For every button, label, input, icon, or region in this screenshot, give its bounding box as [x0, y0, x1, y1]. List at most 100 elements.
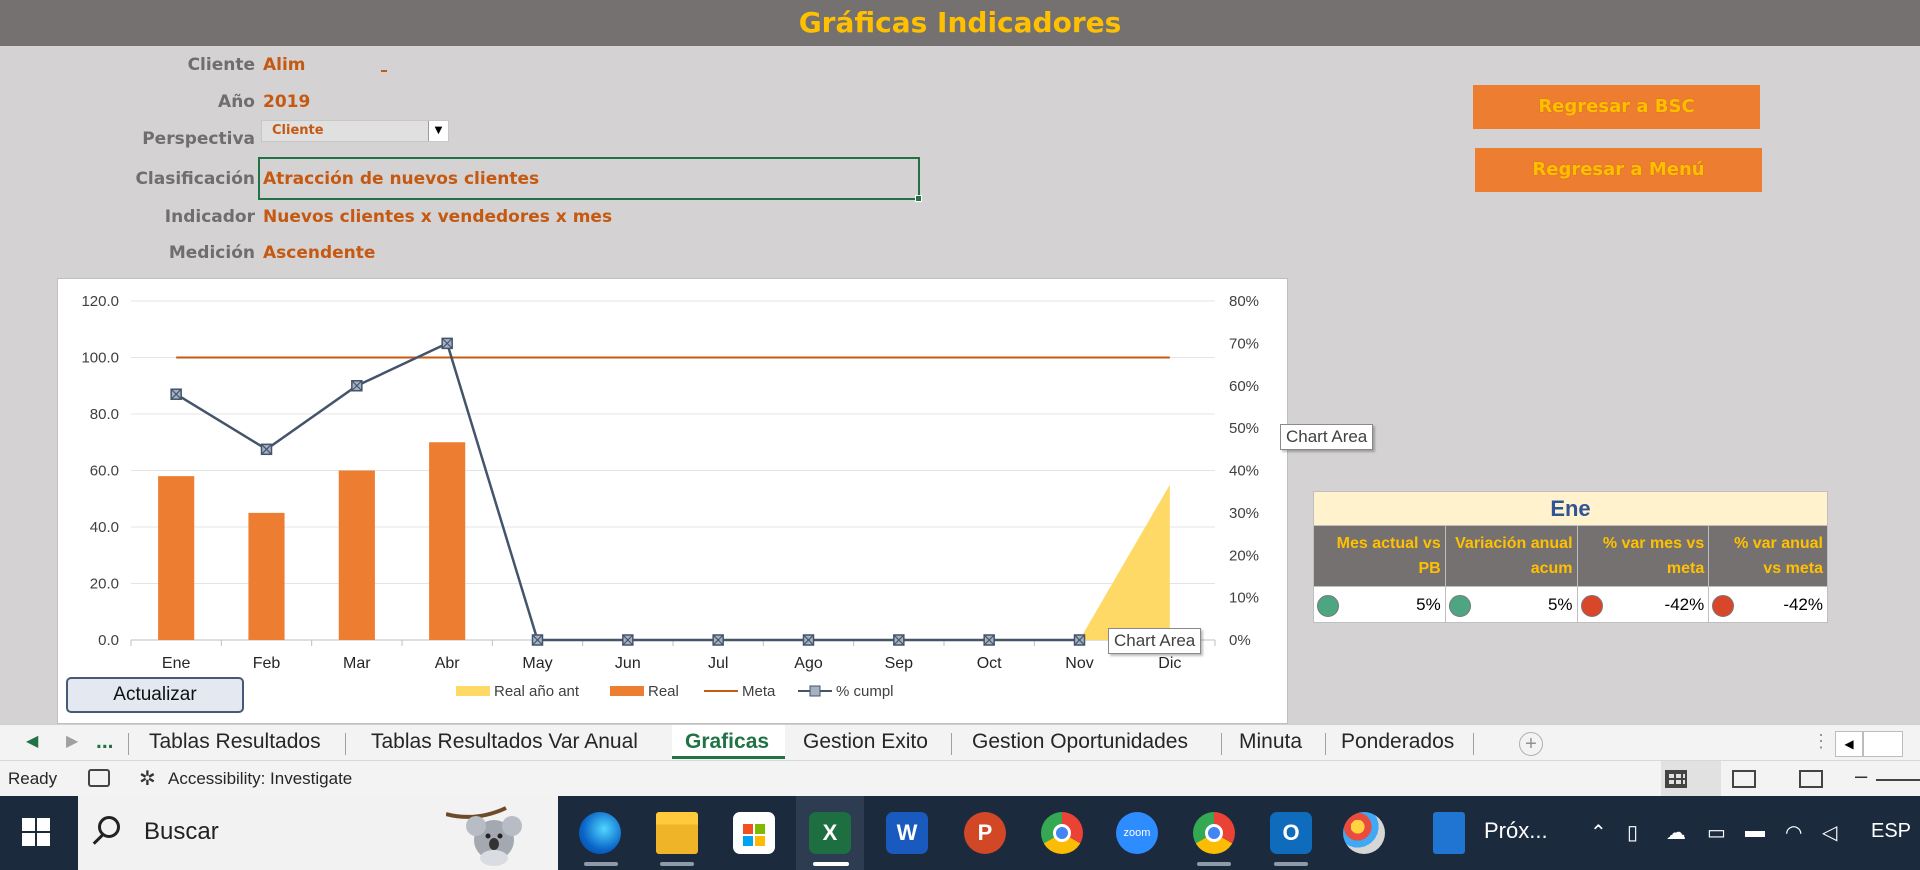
page-layout-icon[interactable] — [1732, 770, 1756, 788]
dropdown-arrow-icon[interactable]: ▼ — [428, 121, 448, 141]
cliente-value[interactable]: Alim — [263, 55, 306, 75]
marker-pct-cumpl — [531, 634, 544, 646]
powerpoint-icon[interactable]: P — [964, 812, 1006, 854]
anio-value[interactable]: 2019 — [263, 92, 310, 112]
add-sheet-icon[interactable]: + — [1519, 732, 1543, 756]
kpi-cell: -42% — [1708, 586, 1828, 623]
calendar-next-text[interactable]: Próx... — [1484, 818, 1548, 844]
x-tick-label: Jul — [708, 655, 728, 672]
chrome-icon[interactable] — [1041, 812, 1083, 854]
windows-taskbar: Buscar X W P zoom O Próx... ⌃ ▯ ☁ ▭ ▬ ◠ … — [0, 796, 1920, 870]
x-tick-label: Abr — [435, 655, 461, 672]
x-tick-label: Jun — [615, 655, 641, 672]
zoom-out-icon[interactable]: – — [1855, 763, 1867, 789]
zoom-slider[interactable] — [1876, 779, 1920, 781]
language-indicator[interactable]: ESP — [1871, 820, 1911, 843]
app-running-indicator — [584, 862, 618, 866]
medicion-value[interactable]: Ascendente — [263, 243, 375, 263]
tab-gestion-exito[interactable]: Gestion Exito — [803, 730, 928, 754]
indicador-value[interactable]: Nuevos clientes x vendedores x mes — [263, 207, 612, 227]
macro-recorder-icon[interactable] — [88, 769, 110, 787]
fill-handle[interactable] — [915, 195, 922, 202]
volume-icon[interactable]: ◁ — [1822, 820, 1837, 845]
hscroll-left-icon[interactable]: ◀ — [1835, 731, 1863, 757]
cell-marker — [381, 58, 387, 72]
status-bar: Ready ✲ Accessibility: Investigate – — [0, 760, 1920, 797]
chart-area[interactable]: 0.0 20.0 40.0 60.0 80.0 100.0 120.0 0% 10% 20% 30%… — [57, 278, 1288, 724]
accessibility-icon[interactable]: ✲ — [139, 766, 156, 791]
line-pct-cumpl — [175, 341, 1080, 642]
chrome-center-icon — [1053, 824, 1071, 842]
x-tick-label: Dic — [1158, 655, 1181, 672]
y-right-tick-label: 10% — [1229, 590, 1259, 607]
bar-real — [248, 512, 285, 640]
kpi-month: Ene — [1313, 491, 1828, 526]
edge-icon[interactable] — [579, 812, 621, 854]
tab-tablas-resultados[interactable]: Tablas Resultados — [149, 730, 321, 754]
normal-view-grid-icon[interactable] — [1665, 770, 1687, 788]
chrome-profile-center-icon — [1205, 824, 1223, 842]
legend-label: Real año ant — [494, 683, 580, 700]
windows-start-icon[interactable] — [22, 818, 50, 846]
outlook-icon[interactable]: O — [1270, 812, 1312, 854]
search-text: Buscar — [144, 818, 219, 845]
regresar-menu-button[interactable]: Regresar a Menú — [1475, 148, 1762, 192]
battery-icon[interactable]: ▬ — [1745, 820, 1765, 843]
status-accessibility[interactable]: Accessibility: Investigate — [168, 769, 352, 789]
clasificacion-label: Clasificación — [135, 169, 255, 189]
tab-more-sheets[interactable]: ... — [96, 730, 114, 754]
horizontal-scrollbar[interactable] — [1863, 731, 1903, 757]
tab-minuta[interactable]: Minuta — [1239, 730, 1302, 754]
combo-chart[interactable]: 0.0 20.0 40.0 60.0 80.0 100.0 120.0 0% 10% 20% 30%… — [58, 279, 1289, 725]
word-icon[interactable]: W — [886, 812, 928, 854]
tab-scroll-left-icon[interactable]: ◀ — [26, 731, 38, 751]
show-hidden-icons-icon[interactable]: ⌃ — [1590, 820, 1607, 845]
clasificacion-value[interactable]: Atracción de nuevos clientes — [263, 169, 539, 189]
x-tick-label: Mar — [343, 655, 371, 672]
perspectiva-label: Perspectiva — [142, 129, 255, 149]
taskbar-search[interactable]: Buscar — [78, 796, 558, 870]
zoom-icon[interactable]: zoom — [1116, 812, 1158, 854]
regresar-bsc-button[interactable]: Regresar a BSC — [1473, 85, 1760, 129]
marker-pct-cumpl — [983, 634, 995, 646]
legend-swatch — [456, 686, 490, 696]
y-left-tick-label: 80.0 — [90, 406, 119, 423]
marker-pct-cumpl — [441, 337, 453, 350]
chrome-profile-icon[interactable] — [1193, 812, 1235, 854]
status-dot-icon — [1712, 595, 1735, 617]
y-left-tick-label: 40.0 — [90, 519, 119, 536]
legend-item: Real año ant — [456, 683, 580, 700]
calendar-icon[interactable] — [1433, 812, 1465, 854]
tab-tablas-resultados-var-anual[interactable]: Tablas Resultados Var Anual — [371, 730, 638, 754]
kpi-cell: 5% — [1313, 586, 1446, 623]
wifi-icon[interactable]: ◠ — [1785, 820, 1802, 845]
marker-pct-cumpl — [802, 634, 815, 646]
file-explorer-icon[interactable] — [656, 812, 698, 854]
tab-scroll-right-icon[interactable]: ▶ — [66, 731, 78, 751]
store-icon[interactable] — [733, 812, 775, 854]
tab-splitter-icon[interactable]: ⋮ — [1812, 731, 1830, 752]
tab-ponderados[interactable]: Ponderados — [1341, 730, 1454, 754]
x-tick-label: Sep — [885, 655, 914, 672]
kpi-header-var-anual-meta: % var anual vs meta — [1708, 525, 1828, 587]
page-break-icon[interactable] — [1799, 770, 1823, 788]
actualizar-button[interactable]: Actualizar — [66, 677, 244, 713]
y-left-tick-label: 0.0 — [98, 632, 119, 649]
excel-icon[interactable]: X — [809, 812, 851, 854]
status-dot-icon — [1317, 595, 1339, 617]
kpi-header-var-mes-meta: % var mes vs meta — [1576, 525, 1710, 587]
perspectiva-dropdown[interactable]: Cliente ▼ — [261, 120, 449, 142]
tab-gestion-oportunidades[interactable]: Gestion Oportunidades — [972, 730, 1188, 754]
meet-icon[interactable]: ▯ — [1627, 820, 1638, 845]
screen-icon[interactable]: ▭ — [1707, 820, 1726, 845]
legend-item: Real — [610, 683, 679, 700]
paint-icon[interactable] — [1343, 812, 1385, 854]
onedrive-icon[interactable]: ☁ — [1666, 820, 1686, 845]
tab-graficas[interactable]: Graficas — [685, 730, 769, 754]
y-right-tick-label: 80% — [1229, 293, 1259, 310]
y-right-tick-label: 20% — [1229, 547, 1259, 564]
bar-real — [429, 442, 466, 640]
x-tick-label: Ene — [162, 655, 191, 672]
legend-item: % cumpl — [798, 683, 894, 700]
app-running-indicator — [1274, 862, 1308, 866]
